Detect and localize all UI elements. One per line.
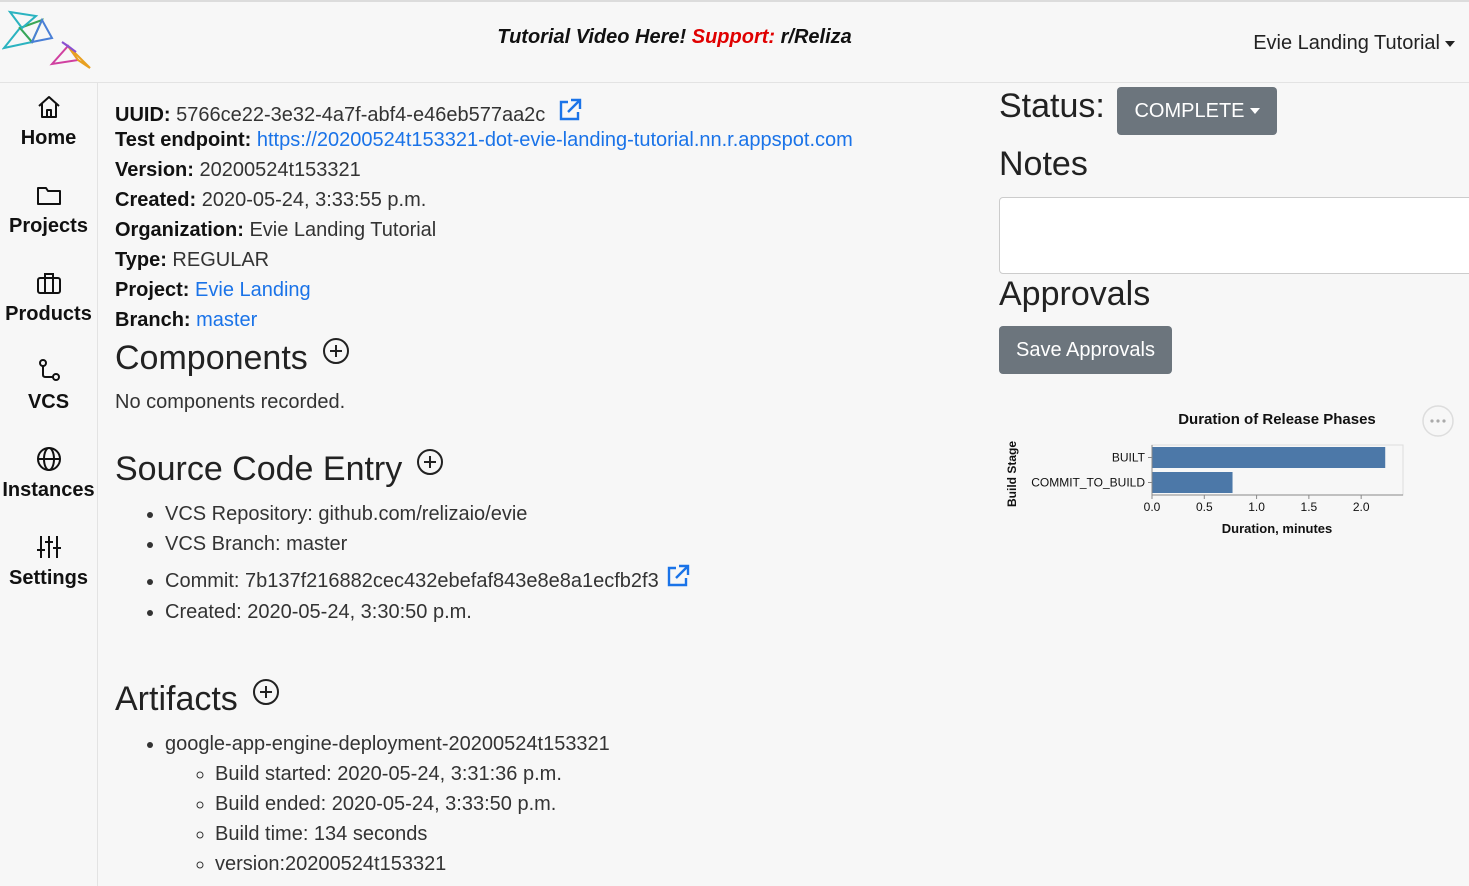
- artifacts-heading: Artifacts: [115, 678, 280, 719]
- list-item: Created: 2020-05-24, 3:30:50 p.m.: [165, 597, 691, 627]
- support-banner[interactable]: Tutorial Video Here! Support: r/Reliza: [0, 26, 1349, 49]
- endpoint-row: Test endpoint: https://20200524t153321-d…: [115, 129, 853, 152]
- organization-dropdown[interactable]: Evie Landing Tutorial: [1253, 32, 1455, 55]
- organization-label: Organization:: [115, 219, 244, 241]
- sidebar-item-label: Instances: [2, 479, 95, 501]
- briefcase-icon: [36, 273, 61, 294]
- list-item: Build ended: 2020-05-24, 3:33:50 p.m.: [215, 789, 610, 819]
- chart-title: Duration of Release Phases: [1178, 411, 1376, 428]
- artifact-name: google-app-engine-deployment-20200524t15…: [165, 733, 610, 755]
- sidebar-item-settings[interactable]: Settings: [0, 533, 97, 590]
- uuid-row: UUID: 5766ce22-3e32-4a7f-abf4-e46eb577aa…: [115, 97, 583, 127]
- components-heading: Components: [115, 337, 350, 378]
- artifact-details: Build started: 2020-05-24, 3:31:36 p.m. …: [165, 759, 610, 879]
- source-code-heading: Source Code Entry: [115, 448, 444, 489]
- artifacts-list: google-app-engine-deployment-20200524t15…: [115, 729, 610, 879]
- chart-y-axis-label: Build Stage: [1005, 441, 1019, 507]
- list-item: Build time: 134 seconds: [215, 819, 610, 849]
- list-item: version:20200524t153321: [215, 849, 610, 879]
- uuid-value: 5766ce22-3e32-4a7f-abf4-e46eb577aa2c: [176, 104, 546, 126]
- chevron-down-icon: [1249, 108, 1260, 115]
- add-source-code-icon[interactable]: [416, 448, 444, 476]
- folder-icon: [36, 187, 61, 205]
- sidebar: Home Projects Products VCS Instances Set…: [0, 83, 98, 886]
- uuid-label: UUID:: [115, 104, 171, 126]
- approvals-label: Approvals: [999, 275, 1151, 313]
- notes-label: Notes: [999, 145, 1088, 183]
- external-link-icon[interactable]: [665, 563, 691, 589]
- globe-icon: [36, 447, 61, 471]
- status-dropdown[interactable]: COMPLETE: [1117, 87, 1277, 135]
- components-empty-text: No components recorded.: [115, 391, 346, 413]
- commit-text: Commit: 7b137f216882cec432ebefaf843e8e8a…: [165, 570, 659, 592]
- chevron-down-icon: [1445, 40, 1455, 47]
- version-value: 20200524t153321: [199, 159, 361, 181]
- version-row: Version: 20200524t153321: [115, 159, 361, 182]
- sidebar-item-label: Products: [5, 303, 92, 325]
- chart-bar: [1152, 447, 1386, 468]
- branch-row: Branch: master: [115, 309, 257, 332]
- sidebar-item-label: Home: [20, 127, 77, 149]
- banner-reddit-link[interactable]: r/Reliza: [781, 26, 852, 48]
- branch-label: Branch:: [115, 309, 191, 331]
- source-code-list: VCS Repository: github.com/relizaio/evie…: [115, 499, 691, 627]
- sidebar-item-projects[interactable]: Projects: [0, 181, 97, 238]
- add-artifact-icon[interactable]: [252, 678, 280, 706]
- banner-tutorial-text[interactable]: Tutorial Video Here!: [497, 26, 686, 48]
- list-item: Build started: 2020-05-24, 3:31:36 p.m.: [215, 759, 610, 789]
- notes-field[interactable]: [999, 197, 1469, 274]
- status-value: COMPLETE: [1134, 99, 1245, 122]
- release-phases-chart: Duration of Release Phases Build Stage D…: [1005, 405, 1454, 536]
- add-component-icon[interactable]: [322, 337, 350, 365]
- artifacts-title: Artifacts: [115, 680, 238, 718]
- banner-support-label: Support:: [691, 26, 776, 48]
- list-item: VCS Repository: github.com/relizaio/evie: [165, 499, 691, 529]
- home-icon: [37, 96, 60, 118]
- type-row: Type: REGULAR: [115, 249, 269, 272]
- sidebar-item-vcs[interactable]: VCS: [0, 357, 97, 414]
- chart-x-tick-label: 0.0: [1144, 500, 1161, 514]
- chart-x-axis-label: Duration, minutes: [1222, 521, 1333, 536]
- sidebar-item-instances[interactable]: Instances: [0, 445, 97, 502]
- sidebar-item-home[interactable]: Home: [0, 93, 97, 150]
- version-label: Version:: [115, 159, 194, 181]
- header: Tutorial Video Here! Support: r/Reliza E…: [0, 2, 1469, 83]
- organization-value: Evie Landing Tutorial: [249, 219, 437, 241]
- organization-dropdown-label: Evie Landing Tutorial: [1253, 32, 1440, 54]
- branch-link[interactable]: master: [196, 309, 257, 331]
- chart-x-tick-label: 1.0: [1248, 500, 1265, 514]
- type-value: REGULAR: [172, 249, 270, 271]
- sidebar-item-products[interactable]: Products: [0, 269, 97, 326]
- sidebar-item-label: Projects: [9, 215, 88, 237]
- chart-x-tick-label: 2.0: [1353, 500, 1370, 514]
- chart-category-label: COMMIT_TO_BUILD: [1031, 476, 1145, 490]
- created-value: 2020-05-24, 3:33:55 p.m.: [201, 189, 427, 211]
- endpoint-link[interactable]: https://20200524t153321-dot-evie-landing…: [257, 129, 853, 151]
- external-link-icon[interactable]: [557, 97, 583, 123]
- created-row: Created: 2020-05-24, 3:33:55 p.m.: [115, 189, 426, 212]
- components-title: Components: [115, 339, 308, 377]
- project-label: Project:: [115, 279, 190, 301]
- project-row: Project: Evie Landing: [115, 279, 311, 302]
- chart-actions-icon[interactable]: [1422, 405, 1454, 437]
- list-item: google-app-engine-deployment-20200524t15…: [165, 729, 610, 879]
- sidebar-item-label: VCS: [27, 391, 70, 413]
- save-approvals-button[interactable]: Save Approvals: [999, 326, 1172, 374]
- type-label: Type:: [115, 249, 167, 271]
- list-item: VCS Branch: master: [165, 529, 691, 559]
- organization-row: Organization: Evie Landing Tutorial: [115, 219, 436, 242]
- source-code-title: Source Code Entry: [115, 450, 403, 488]
- chart-category-label: BUILT: [1112, 451, 1146, 465]
- project-link[interactable]: Evie Landing: [195, 279, 311, 301]
- chart-x-tick-label: 0.5: [1196, 500, 1213, 514]
- list-item: Commit: 7b137f216882cec432ebefaf843e8e8a…: [165, 559, 691, 597]
- sliders-icon: [36, 536, 61, 558]
- created-label: Created:: [115, 189, 197, 211]
- chart-bar: [1152, 472, 1233, 493]
- branch-icon: [38, 359, 60, 381]
- endpoint-label: Test endpoint:: [115, 129, 252, 151]
- chart-x-tick-label: 1.5: [1301, 500, 1318, 514]
- status-label: Status:: [999, 87, 1105, 125]
- sidebar-item-label: Settings: [9, 567, 88, 589]
